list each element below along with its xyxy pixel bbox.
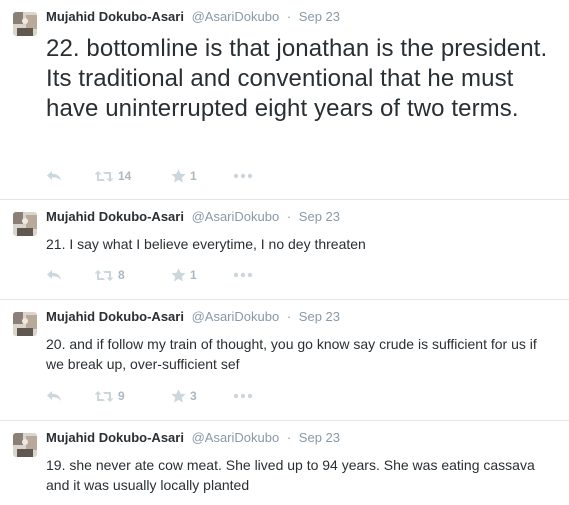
retweet-icon <box>94 170 114 182</box>
header-separator: · <box>286 9 292 24</box>
reply-button[interactable] <box>46 269 94 281</box>
star-icon <box>171 268 186 282</box>
retweet-count: 9 <box>118 389 125 403</box>
more-button[interactable] <box>233 393 253 399</box>
header-separator: · <box>286 430 292 445</box>
favorite-count: 1 <box>190 169 197 183</box>
more-button[interactable] <box>233 272 253 278</box>
reply-icon <box>47 270 61 280</box>
author-fullname[interactable]: Mujahid Dokubo-Asari <box>46 430 184 445</box>
star-icon <box>171 389 186 403</box>
retweet-icon <box>94 269 114 281</box>
header-separator: · <box>286 209 292 224</box>
author-fullname[interactable]: Mujahid Dokubo-Asari <box>46 209 184 224</box>
tweet-actions: 14 1 <box>46 166 253 186</box>
favorite-count: 3 <box>190 389 197 403</box>
favorite-button[interactable]: 3 <box>171 389 233 403</box>
author-username[interactable]: @AsariDokubo <box>192 309 280 324</box>
reply-button[interactable] <box>46 390 94 402</box>
avatar[interactable] <box>13 312 37 336</box>
tweet-text: 22. bottomline is that jonathan is the p… <box>46 35 548 122</box>
tweet-item[interactable]: Mujahid Dokubo-Asari @AsariDokubo · Sep … <box>0 200 569 300</box>
avatar[interactable] <box>13 433 37 457</box>
tweet-text: 19. she never ate cow meat. She lived up… <box>46 457 535 493</box>
retweet-count: 14 <box>118 169 132 183</box>
tweet-item[interactable]: Mujahid Dokubo-Asari @AsariDokubo · Sep … <box>0 0 569 200</box>
author-fullname[interactable]: Mujahid Dokubo-Asari <box>46 9 184 24</box>
more-icon <box>233 393 253 399</box>
tweet-header: Mujahid Dokubo-Asari @AsariDokubo · Sep … <box>46 9 340 25</box>
tweet-text: 21. I say what I believe everytime, I no… <box>46 236 366 252</box>
tweet-item[interactable]: Mujahid Dokubo-Asari @AsariDokubo · Sep … <box>0 421 569 505</box>
tweet-timestamp[interactable]: Sep 23 <box>299 9 340 24</box>
author-fullname[interactable]: Mujahid Dokubo-Asari <box>46 309 184 324</box>
retweet-button[interactable]: 8 <box>94 268 171 282</box>
tweet-timestamp[interactable]: Sep 23 <box>299 209 340 224</box>
tweet-text: 20. and if follow my train of thought, y… <box>46 336 537 372</box>
favorite-button[interactable]: 1 <box>171 169 233 183</box>
avatar[interactable] <box>13 212 37 236</box>
tweet-timestamp[interactable]: Sep 23 <box>299 430 340 445</box>
tweet-timestamp[interactable]: Sep 23 <box>299 309 340 324</box>
more-icon <box>233 173 253 179</box>
author-username[interactable]: @AsariDokubo <box>192 430 280 445</box>
reply-icon <box>47 391 61 401</box>
retweet-button[interactable]: 9 <box>94 389 171 403</box>
favorite-count: 1 <box>190 268 197 282</box>
tweet-header: Mujahid Dokubo-Asari @AsariDokubo · Sep … <box>46 309 340 325</box>
favorite-button[interactable]: 1 <box>171 268 233 282</box>
tweet-item[interactable]: Mujahid Dokubo-Asari @AsariDokubo · Sep … <box>0 300 569 421</box>
tweet-timeline: Mujahid Dokubo-Asari @AsariDokubo · Sep … <box>0 0 569 505</box>
avatar[interactable] <box>13 12 37 36</box>
reply-icon <box>47 171 61 181</box>
retweet-count: 8 <box>118 268 125 282</box>
more-icon <box>233 272 253 278</box>
tweet-actions: 8 1 <box>46 265 253 285</box>
reply-button[interactable] <box>46 170 94 182</box>
author-username[interactable]: @AsariDokubo <box>192 209 280 224</box>
tweet-actions: 9 3 <box>46 386 253 406</box>
tweet-header: Mujahid Dokubo-Asari @AsariDokubo · Sep … <box>46 209 340 225</box>
retweet-button[interactable]: 14 <box>94 169 171 183</box>
header-separator: · <box>286 309 292 324</box>
retweet-icon <box>94 390 114 402</box>
star-icon <box>171 169 186 183</box>
author-username[interactable]: @AsariDokubo <box>192 9 280 24</box>
more-button[interactable] <box>233 173 253 179</box>
tweet-header: Mujahid Dokubo-Asari @AsariDokubo · Sep … <box>46 430 340 446</box>
